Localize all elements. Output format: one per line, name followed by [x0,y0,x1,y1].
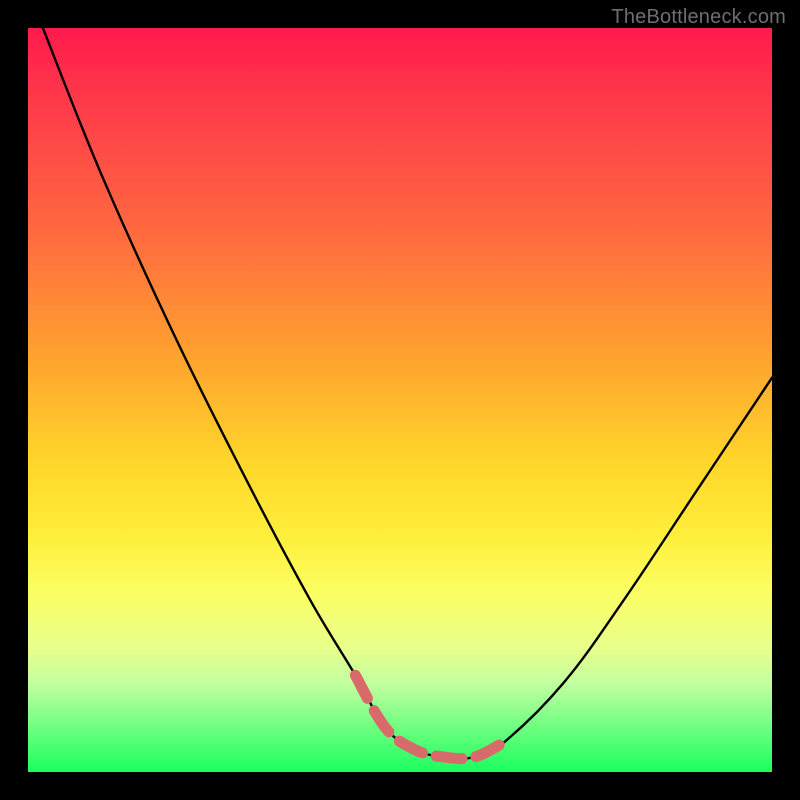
plot-area [28,28,772,772]
curve-line [43,28,772,759]
bottom-accent-line [355,675,504,758]
chart-frame: TheBottleneck.com [0,0,800,800]
chart-svg [28,28,772,772]
watermark-text: TheBottleneck.com [611,6,786,29]
